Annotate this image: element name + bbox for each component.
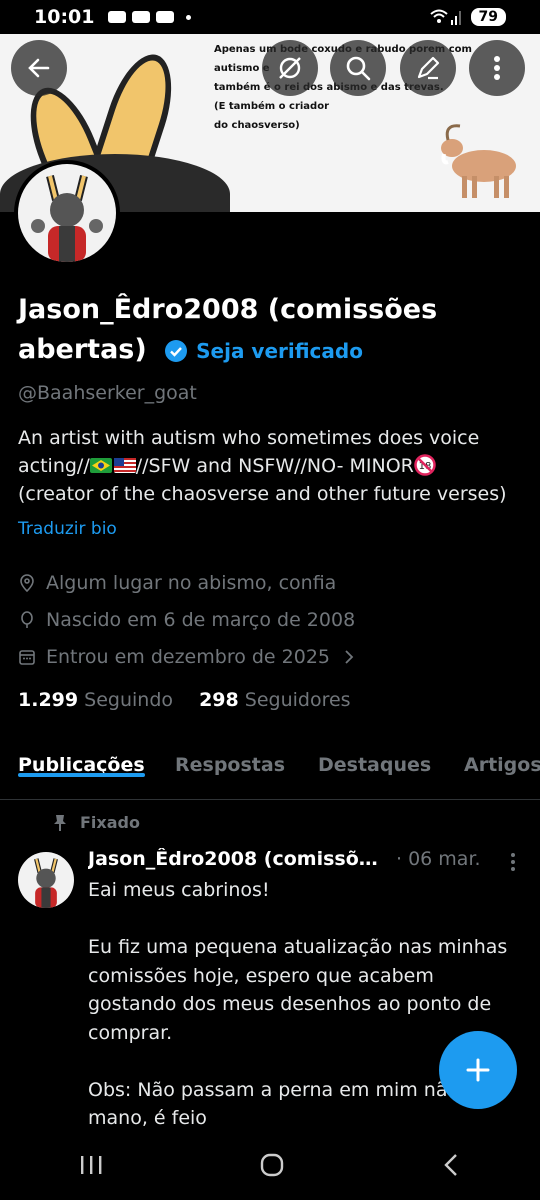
calendar-icon	[19, 650, 35, 665]
post-more-icon[interactable]	[510, 852, 516, 872]
pinned-indicator: Fixado	[52, 813, 140, 832]
search-button[interactable]	[330, 40, 386, 96]
balloon-icon	[21, 611, 33, 628]
post-text: Eai meus cabrinos! Eu fiz uma pequena at…	[88, 879, 508, 1129]
pin-icon	[54, 814, 66, 831]
tab-publicacoes[interactable]: Publicações	[18, 740, 145, 777]
profile-name: Jason_Êdro2008 (comissões abertas) Seja …	[18, 294, 438, 365]
discord-icon	[132, 11, 151, 23]
plus-icon	[466, 1058, 490, 1082]
clock: 10:01	[34, 6, 95, 28]
more-options-button[interactable]	[469, 40, 525, 96]
location-pin-icon	[20, 574, 34, 592]
post-author-name[interactable]: Jason_Êdro2008 (comissões abertas)	[88, 848, 390, 870]
profile-avatar[interactable]	[14, 160, 120, 266]
tab-respostas[interactable]: Respostas	[175, 740, 285, 776]
following-link[interactable]: 1.299 Seguindo	[18, 689, 173, 711]
back-nav-icon[interactable]	[439, 1151, 463, 1179]
more-vertical-icon	[494, 56, 500, 80]
recent-apps-icon[interactable]	[77, 1153, 105, 1177]
profile-handle: @Baahserker_goat	[18, 382, 197, 404]
more-notifications-icon	[186, 14, 192, 20]
brazil-flag-icon	[89, 458, 112, 473]
verified-badge-icon[interactable]	[164, 339, 188, 363]
followers-link[interactable]: 298 Seguidores	[199, 689, 351, 711]
birthday-row: Nascido em 6 de março de 2008	[18, 609, 518, 631]
pencil-icon	[417, 56, 440, 80]
no-under-18-icon: 18	[414, 454, 436, 476]
grok-button[interactable]	[262, 40, 318, 96]
edit-profile-button[interactable]	[400, 40, 456, 96]
post-header: Jason_Êdro2008 (comissões abertas) · 06 …	[88, 848, 508, 870]
wifi-signal-icon	[429, 9, 461, 25]
youtube-icon	[156, 11, 175, 23]
grok-icon	[279, 57, 301, 79]
search-icon	[346, 56, 371, 81]
usa-flag-icon	[113, 458, 136, 473]
profile-bio: An artist with autism who sometimes does…	[18, 427, 507, 505]
post-date[interactable]: · 06 mar.	[396, 848, 481, 870]
avatar-image	[34, 858, 58, 908]
goat-emoji-icon	[441, 124, 516, 198]
compose-button[interactable]	[439, 1031, 517, 1109]
avatar	[18, 164, 116, 262]
chevron-right-icon	[345, 650, 354, 664]
tab-artigos[interactable]: Artigos	[464, 740, 540, 776]
translate-bio-link[interactable]: Traduzir bio	[18, 519, 117, 539]
post-author-avatar[interactable]	[18, 852, 74, 908]
follow-stats: 1.299 Seguindo 298 Seguidores	[18, 689, 351, 711]
discord-icon	[108, 11, 127, 23]
arrow-left-icon	[28, 58, 50, 78]
avatar-image	[31, 175, 103, 262]
battery-indicator: 79	[470, 8, 506, 26]
system-navigation-bar	[0, 1130, 540, 1200]
joined-row[interactable]: Entrou em dezembro de 2025	[18, 646, 518, 668]
get-verified-link[interactable]: Seja verificado	[196, 339, 363, 363]
notification-icons	[108, 11, 192, 23]
tab-destaques[interactable]: Destaques	[318, 740, 431, 776]
location-row: Algum lugar no abismo, confia	[18, 572, 518, 594]
profile-tabs: Publicações Respostas Destaques Artigos	[0, 740, 540, 800]
status-bar: 10:01 79	[0, 0, 540, 34]
home-icon[interactable]	[258, 1151, 286, 1179]
back-button[interactable]	[11, 40, 67, 96]
